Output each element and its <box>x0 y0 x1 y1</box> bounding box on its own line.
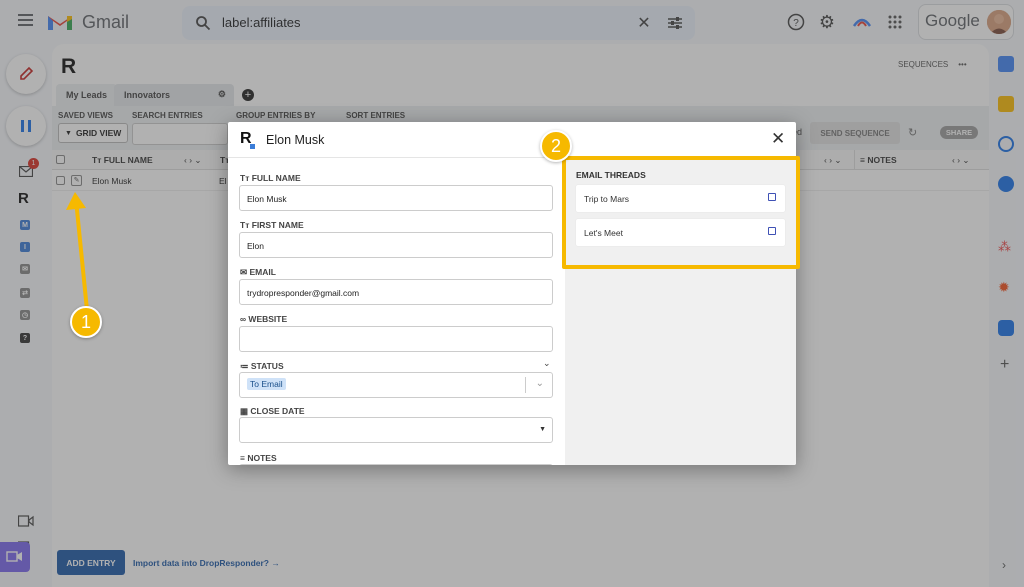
status-label: ≔ STATUS <box>240 361 284 371</box>
dropresponder-logo-icon: R <box>240 130 252 147</box>
website-field[interactable] <box>239 326 553 352</box>
email-field[interactable]: trydropresponder@gmail.com <box>239 279 553 305</box>
notes-field[interactable] <box>239 464 553 465</box>
step-badge-1: 1 <box>70 306 102 338</box>
first-name-label: Tт FIRST NAME <box>240 220 304 230</box>
status-value: To Email <box>247 378 286 390</box>
chevron-down-icon[interactable]: ⌄ <box>543 358 551 369</box>
notes-label: ≡ NOTES <box>240 453 277 463</box>
close-date-field[interactable]: ▼ <box>239 417 553 443</box>
modal-header: R Elon Musk ✕ <box>228 122 796 158</box>
close-date-label: ▦ CLOSE DATE <box>240 406 305 416</box>
select-chevron-icon[interactable]: ⌄ <box>536 378 544 389</box>
annotation-arrow <box>66 192 89 311</box>
website-label: ∞ WEBSITE <box>240 314 288 324</box>
modal-title: Elon Musk <box>266 133 325 147</box>
select-divider <box>525 377 526 393</box>
full-name-field[interactable]: Elon Musk <box>239 185 553 211</box>
entry-form: Tт FULL NAME Elon Musk Tт FIRST NAME Elo… <box>228 158 565 465</box>
date-dropdown-icon[interactable]: ▼ <box>539 426 546 433</box>
step-badge-2: 2 <box>540 130 572 162</box>
full-name-label: Tт FULL NAME <box>240 173 301 183</box>
close-icon[interactable]: ✕ <box>771 130 785 147</box>
status-select[interactable]: To Email ⌄ <box>239 372 553 398</box>
first-name-field[interactable]: Elon <box>239 232 553 258</box>
highlight-box <box>562 156 800 269</box>
email-label: ✉ EMAIL <box>240 267 276 277</box>
logo-accent-icon <box>250 144 255 149</box>
